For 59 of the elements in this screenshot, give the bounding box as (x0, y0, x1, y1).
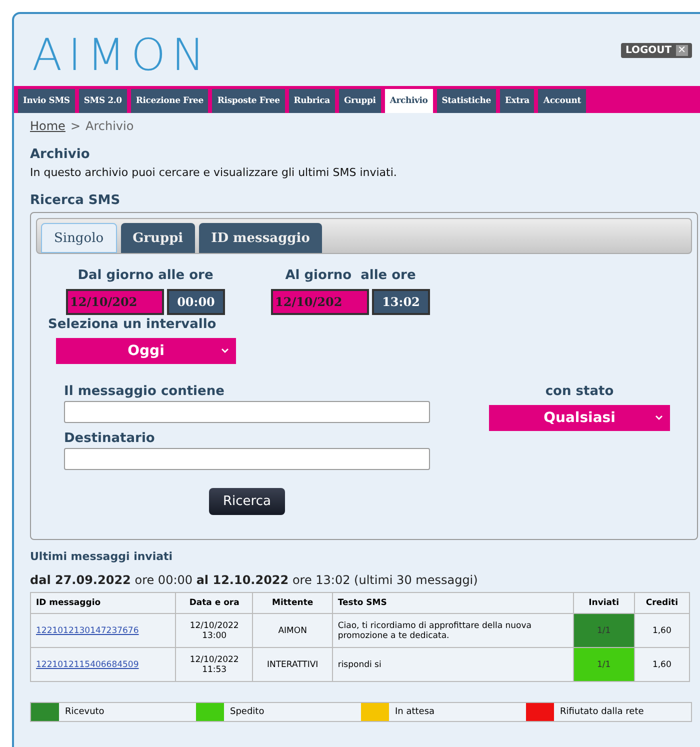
message-field[interactable] (64, 401, 430, 423)
status-cell: 1/1 (573, 614, 634, 648)
nav-tab[interactable]: Ricezione Free (130, 89, 208, 113)
nav-tab[interactable]: Extra (500, 89, 534, 113)
recipient-field[interactable] (64, 448, 430, 470)
search-button[interactable]: Ricerca (209, 488, 285, 515)
nav-tab[interactable]: Risposte Free (212, 89, 285, 113)
column-header: Testo SMS (332, 592, 574, 614)
chevron-down-icon (655, 415, 663, 420)
time-field[interactable]: 13:02 (372, 289, 430, 315)
nav-tab[interactable]: Invio SMS (18, 89, 75, 113)
legend-label: Ricevuto (65, 706, 104, 719)
nav-tab[interactable]: Statistiche (436, 89, 496, 113)
column-header: Crediti (634, 592, 690, 614)
table-cell: 1,60 (634, 614, 690, 648)
chevron-down-icon (221, 348, 229, 353)
legend-label: Rifiutato dalla rete (560, 706, 644, 719)
page-title: Archivio (30, 147, 91, 162)
field-label: Dal giorno alle ore (78, 268, 214, 283)
legend-label: In attesa (395, 706, 435, 719)
breadcrumb-separator: > (70, 119, 80, 133)
table-cell: INTERATTIVI (252, 648, 332, 682)
table-cell: 1,60 (634, 648, 690, 682)
message-id-link[interactable]: 1221012130147237676 (36, 626, 139, 636)
search-tab[interactable]: Singolo (41, 223, 117, 253)
column-header: ID messaggio (30, 592, 176, 614)
message-id-link[interactable]: 1221012115406684509 (36, 660, 139, 670)
home-link[interactable]: Home (30, 119, 66, 133)
logo: AIMON (32, 30, 211, 80)
status-dropdown[interactable]: Qualsiasi (489, 405, 670, 431)
table-cell: rispondi si (332, 648, 574, 682)
date-range-text: dal 27.09.2022 ore 00:00 al 12.10.2022 ore 13:02 (ultimi 30 messaggi) (30, 573, 479, 587)
search-tab[interactable]: Gruppi (120, 223, 196, 253)
column-header: Data e ora (176, 592, 253, 614)
search-tab[interactable]: ID messaggio (199, 223, 322, 253)
field-label: Al giorno alle ore (285, 268, 416, 283)
column-header: Mittente (252, 592, 332, 614)
nav-tab[interactable]: Account (538, 89, 586, 113)
status-cell: 1/1 (573, 648, 634, 682)
time-field[interactable]: 00:00 (167, 289, 225, 315)
nav-tab[interactable]: Archivio (384, 89, 433, 113)
table-cell: 12/10/2022 13:00 (176, 614, 253, 648)
field-label: Il messaggio contiene (64, 384, 226, 399)
results-title: Ultimi messaggi inviati (30, 550, 174, 563)
nav-tab[interactable]: Rubrica (288, 89, 335, 113)
interval-dropdown[interactable]: Oggi (56, 338, 236, 364)
field-label: con stato (545, 384, 614, 399)
field-label: Destinatario (64, 431, 156, 446)
breadcrumb-current: Archivio (86, 119, 134, 133)
nav-tab[interactable]: Gruppi (338, 89, 381, 113)
table-cell: AIMON (252, 614, 332, 648)
table-cell: Ciao, ti ricordiamo di approfittare della nuova promozione a te dedicata. (332, 614, 574, 648)
logout-button[interactable]: LOGOUT ✕ (621, 42, 692, 58)
section-title: Ricerca SMS (30, 193, 122, 208)
intro-text: In questo archivio puoi cercare e visualizzare gli ultimi SMS inviati. (30, 166, 398, 179)
legend-label: Spedito (230, 706, 264, 719)
field-label: Seleziona un intervallo (48, 317, 216, 332)
table-cell: 12/10/2022 11:53 (176, 648, 253, 682)
nav-tab[interactable]: SMS 2.0 (78, 89, 127, 113)
